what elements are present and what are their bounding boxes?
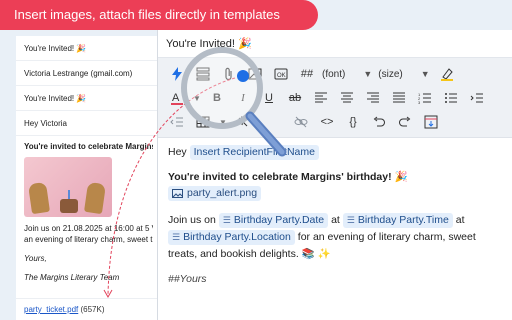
outdent-icon[interactable] xyxy=(166,111,188,133)
cupcake-figure xyxy=(60,190,78,213)
highlight-icon[interactable] xyxy=(436,63,458,85)
redo-icon[interactable] xyxy=(394,111,416,133)
chevron-down-icon[interactable]: ▼ xyxy=(192,87,202,109)
toolbar-row: OK ## (font) ▼ (size) ▼ xyxy=(166,62,506,86)
greeting-text: Hey xyxy=(168,146,187,158)
text-segment: Join us on xyxy=(168,214,216,226)
strikethrough-icon[interactable]: ab xyxy=(284,87,306,109)
image-chip-label: party_alert.png xyxy=(187,187,258,199)
size-select[interactable]: (size) ▼ xyxy=(378,64,429,84)
attachment-icon[interactable] xyxy=(218,63,240,85)
svg-text:OK: OK xyxy=(277,73,286,79)
image-line: party_alert.png xyxy=(168,186,504,204)
date-variable-chip[interactable]: ☰ Birthday Party.Date xyxy=(218,213,329,228)
chevron-down-icon[interactable]: ▼ xyxy=(218,111,228,133)
subject-field[interactable]: You're Invited! 🎉 xyxy=(158,30,512,58)
svg-text:A: A xyxy=(172,92,180,104)
party-image xyxy=(24,157,112,217)
editor-toolbar: OK ## (font) ▼ (size) ▼ A ▼ B I U ab 1 2… xyxy=(158,58,512,138)
database-icon: ☰ xyxy=(172,232,181,242)
attachment-row[interactable]: party_ticket.pdf (657K) xyxy=(16,298,161,320)
text-segment: at xyxy=(455,214,465,226)
markdown-hash-button[interactable]: ## xyxy=(296,63,318,85)
italic-icon[interactable]: I xyxy=(232,87,254,109)
toolbar-row: ▼ <> {} xyxy=(166,110,506,134)
bold-icon[interactable]: B xyxy=(206,87,228,109)
template-editor: You're Invited! 🎉 OK ## (font) ▼ (size) … xyxy=(157,30,512,320)
code-icon[interactable]: <> xyxy=(316,111,338,133)
email-preview: You're Invited! 🎉 Victoria Lestrange (gm… xyxy=(16,36,162,320)
toolbar-row: A ▼ B I U ab 123 xyxy=(166,86,506,110)
chevron-down-icon: ▼ xyxy=(420,69,430,79)
align-left-icon[interactable] xyxy=(310,87,332,109)
align-center-icon[interactable] xyxy=(336,87,358,109)
underline-icon[interactable]: U xyxy=(258,87,280,109)
preview-subject-line: You're Invited! 🎉 xyxy=(16,86,161,111)
table-icon[interactable] xyxy=(192,111,214,133)
time-variable-chip[interactable]: ☰ Birthday Party.Time xyxy=(342,213,453,228)
lightning-icon[interactable] xyxy=(166,63,188,85)
attachment-link[interactable]: party_ticket.pdf xyxy=(24,305,78,314)
size-select-value: (size) xyxy=(378,68,403,80)
clear-format-icon[interactable] xyxy=(232,111,254,133)
preview-body: You're invited to celebrate Margins' bi … xyxy=(16,136,161,289)
list-icon[interactable] xyxy=(192,63,214,85)
preview-greeting: Hey Victoria xyxy=(16,111,161,136)
image-attachment-chip[interactable]: party_alert.png xyxy=(168,186,262,201)
preview-line: an evening of literary charm, sweet tre xyxy=(24,235,153,244)
preview-subject: You're Invited! 🎉 xyxy=(16,36,161,61)
content-heading: You're invited to celebrate Margins' bir… xyxy=(168,171,408,183)
unlink-icon[interactable] xyxy=(290,111,312,133)
signoff-markdown: ##Yours xyxy=(168,273,207,285)
dinosaur-figure xyxy=(27,181,51,215)
svg-text:3: 3 xyxy=(418,100,421,104)
preview-heading: You're invited to celebrate Margins' bi xyxy=(24,142,153,151)
undo-icon[interactable] xyxy=(368,111,390,133)
chip-label: Birthday Party.Location xyxy=(183,231,291,243)
chip-label: Birthday Party.Date xyxy=(233,214,325,226)
bullet-list-icon[interactable] xyxy=(440,87,462,109)
chevron-down-icon: ▼ xyxy=(363,69,373,79)
code-block-icon[interactable]: {} xyxy=(342,111,364,133)
location-variable-chip[interactable]: ☰ Birthday Party.Location xyxy=(168,230,295,245)
font-color-icon[interactable]: A xyxy=(166,87,188,109)
editor-content[interactable]: Hey Insert RecipientFirstName You're inv… xyxy=(158,138,512,288)
dinosaur-figure xyxy=(83,181,107,215)
preview-icon[interactable] xyxy=(420,111,442,133)
preview-team: The Margins Literary Team xyxy=(24,273,120,282)
invitation-paragraph: Join us on ☰ Birthday Party.Date at ☰ Birt… xyxy=(168,212,504,263)
recipient-variable-chip[interactable]: Insert RecipientFirstName xyxy=(189,145,319,160)
database-icon: ☰ xyxy=(346,215,355,225)
feature-banner: Insert images, attach files directly in … xyxy=(0,0,318,30)
font-select[interactable]: (font) ▼ xyxy=(322,64,372,84)
emoji-icon[interactable]: OK xyxy=(270,63,292,85)
align-right-icon[interactable] xyxy=(362,87,384,109)
align-justify-icon[interactable] xyxy=(388,87,410,109)
preview-from: Victoria Lestrange (gmail.com) xyxy=(16,61,161,86)
preview-signoff: Yours, xyxy=(24,254,47,263)
text-segment: at xyxy=(331,214,340,226)
image-icon[interactable] xyxy=(244,63,266,85)
database-icon: ☰ xyxy=(222,215,231,225)
greeting-line: Hey Insert RecipientFirstName xyxy=(168,144,504,161)
attachment-size: (657K) xyxy=(80,305,105,314)
numbered-list-icon[interactable]: 123 xyxy=(414,87,436,109)
indent-icon[interactable] xyxy=(466,87,488,109)
chip-label: Birthday Party.Time xyxy=(357,214,449,226)
image-icon xyxy=(172,189,183,198)
font-select-value: (font) xyxy=(322,68,346,80)
preview-line: Join us on 21.08.2025 at 16:00 at 5 Vy xyxy=(24,224,153,233)
